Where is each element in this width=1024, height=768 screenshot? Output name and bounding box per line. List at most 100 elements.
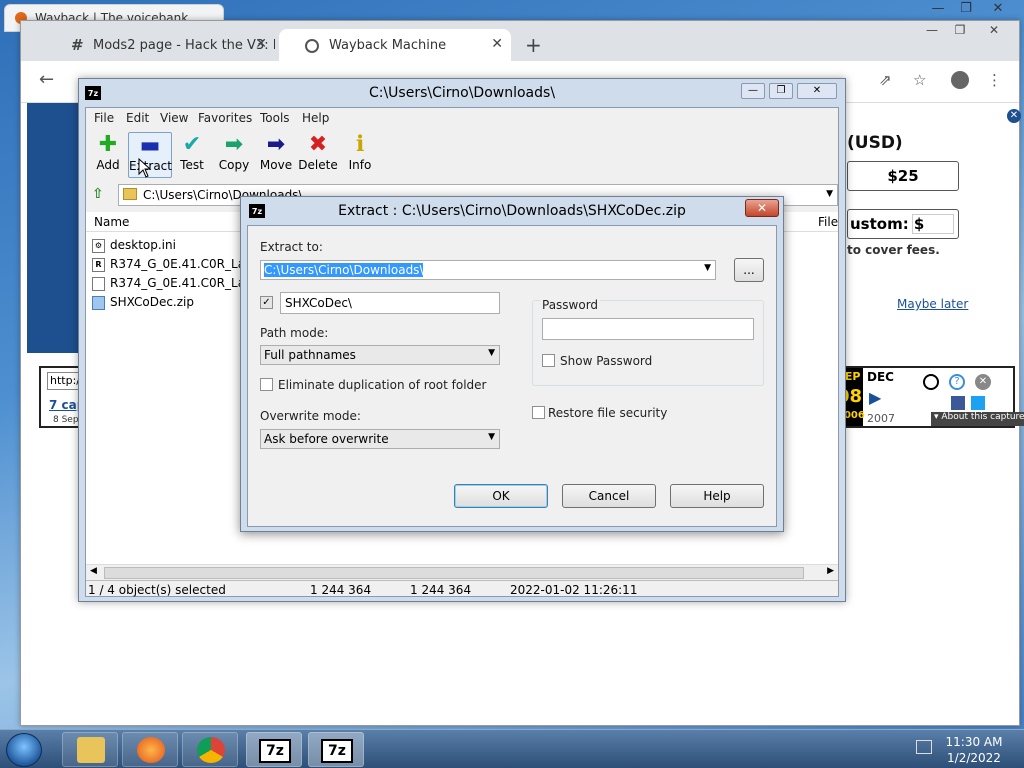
fees-text: to cover fees.	[847, 243, 940, 257]
taskbar-firefox[interactable]	[122, 732, 178, 767]
taskbar-explorer[interactable]	[62, 732, 118, 767]
move-button[interactable]: ➡ Move	[254, 132, 298, 178]
restore-icon[interactable]: ❐	[949, 23, 971, 37]
close-tab-icon[interactable]: ✕	[491, 36, 503, 52]
browse-button[interactable]: ...	[734, 258, 764, 282]
profile-icon[interactable]	[951, 71, 969, 89]
plus-icon: ✚	[98, 132, 118, 157]
user-icon[interactable]	[923, 374, 939, 390]
move-label: Move	[259, 158, 293, 172]
taskbar-7zip-1[interactable]: 7z	[246, 732, 302, 767]
extract-to-combo[interactable]: C:\Users\Cirno\Downloads\ ▼	[260, 260, 716, 280]
7zip-icon: 7z	[259, 739, 291, 763]
path-mode-label: Path mode:	[260, 326, 329, 340]
list-item[interactable]: SHXCoDec.zip	[92, 295, 194, 313]
donate-panel: ✕ (USD) $25 ustom: $ to cover fees. Mayb…	[847, 103, 1021, 363]
new-tab-button[interactable]: +	[525, 33, 542, 57]
close-icon[interactable]: ✕	[975, 374, 991, 390]
about-capture-button[interactable]: ▾ About this capture	[931, 412, 1024, 426]
firefox-icon	[137, 737, 165, 763]
menu-edit[interactable]: Edit	[126, 111, 149, 125]
status-packed-size: 1 244 364	[410, 583, 472, 597]
scroll-left-icon[interactable]: ◀	[90, 566, 97, 576]
dropdown-arrow-icon[interactable]: ▼	[826, 189, 833, 199]
custom-amount: ustom: $	[847, 209, 959, 239]
start-button[interactable]	[6, 733, 42, 767]
twitter-icon[interactable]	[971, 396, 985, 410]
taskbar-chrome[interactable]	[182, 732, 238, 767]
menu-favorites[interactable]: Favorites	[198, 111, 252, 125]
eliminate-checkbox[interactable]	[260, 378, 273, 391]
add-button[interactable]: ✚ Add	[86, 132, 130, 178]
test-button[interactable]: ✔ Test	[170, 132, 214, 178]
column-name[interactable]: Name	[94, 215, 129, 229]
up-folder-icon[interactable]: ⇧	[92, 186, 110, 204]
os-close-icon[interactable]: ✕	[984, 2, 1012, 18]
star-icon[interactable]: ☆	[913, 71, 926, 89]
menu-tools[interactable]: Tools	[260, 111, 290, 125]
minimize-icon[interactable]: —	[921, 23, 943, 37]
folder-icon	[123, 188, 137, 200]
menu-view[interactable]: View	[160, 111, 188, 125]
path-mode-select[interactable]: Full pathnames ▼	[260, 345, 500, 365]
taskbar-7zip-2[interactable]: 7z	[308, 732, 364, 767]
dropdown-arrow-icon[interactable]: ▼	[488, 432, 495, 442]
facebook-icon[interactable]	[951, 396, 965, 410]
menu-help[interactable]: Help	[302, 111, 329, 125]
tab-wayback[interactable]: Wayback Machine ✕	[279, 29, 511, 61]
close-icon[interactable]: ✕	[983, 23, 1005, 37]
minimize-icon[interactable]: —	[741, 83, 765, 99]
hash-icon: #	[71, 36, 84, 54]
restore-icon[interactable]: ❐	[769, 83, 793, 99]
overwrite-mode-select[interactable]: Ask before overwrite ▼	[260, 429, 500, 449]
kebab-menu-icon[interactable]: ⋮	[987, 71, 1002, 89]
clock[interactable]: 11:30 AM 1/2/2022	[944, 734, 1004, 766]
dropdown-arrow-icon[interactable]: ▼	[488, 348, 495, 358]
minus-icon: ▬	[139, 133, 161, 158]
file-name: SHXCoDec.zip	[110, 295, 194, 309]
subfolder-checkbox[interactable]: ✓	[260, 296, 273, 309]
copy-label: Copy	[218, 158, 250, 172]
amount-button[interactable]: $25	[847, 161, 959, 191]
extract-dialog: 7z Extract : C:\Users\Cirno\Downloads\SH…	[240, 196, 784, 532]
delete-label: Delete	[298, 158, 338, 172]
close-tab-icon[interactable]: ✕	[255, 36, 267, 52]
share-icon[interactable]: ⇗	[879, 71, 892, 89]
7zip-title: C:\Users\Cirno\Downloads\	[368, 85, 556, 101]
show-password-checkbox[interactable]	[542, 354, 555, 367]
scroll-thumb[interactable]	[104, 567, 804, 579]
os-minimize-icon[interactable]: —	[924, 2, 952, 18]
network-icon[interactable]	[916, 740, 932, 754]
horizontal-scrollbar[interactable]: ◀ ▶	[86, 564, 838, 580]
play-icon[interactable]: ▶	[869, 388, 881, 407]
menu-file[interactable]: File	[94, 111, 114, 125]
scroll-right-icon[interactable]: ▶	[827, 566, 834, 576]
clock-date: 1/2/2022	[947, 751, 1001, 765]
close-icon[interactable]: ✕	[1007, 109, 1021, 123]
help-button[interactable]: Help	[670, 484, 764, 508]
password-input[interactable]	[542, 318, 754, 340]
ok-button[interactable]: OK	[454, 484, 548, 508]
help-icon[interactable]: ?	[949, 374, 965, 390]
cancel-button[interactable]: Cancel	[562, 484, 656, 508]
custom-amount-input[interactable]	[912, 214, 954, 234]
os-restore-icon[interactable]: ❐	[952, 2, 980, 18]
back-arrow-icon[interactable]: ←	[39, 69, 54, 90]
zip-file-icon	[92, 296, 105, 310]
menu-bar: File Edit View Favorites Tools Help	[86, 108, 838, 128]
mouse-cursor-icon	[138, 158, 152, 178]
maybe-later-link[interactable]: Maybe later	[897, 297, 968, 311]
subfolder-input[interactable]: SHXCoDec\	[280, 292, 500, 314]
dialog-close-button[interactable]: ✕	[745, 199, 779, 217]
list-item[interactable]: ⚙ desktop.ini	[92, 238, 176, 256]
restore-security-checkbox[interactable]	[532, 406, 545, 419]
column-file[interactable]: File	[818, 215, 838, 229]
tab-mods2[interactable]: # Mods2 page - Hack the V3: Mod ✕	[43, 29, 275, 61]
info-button[interactable]: ℹ Info	[338, 132, 382, 178]
info-icon: ℹ	[355, 132, 365, 157]
tab-strip: # Mods2 page - Hack the V3: Mod ✕ Waybac…	[21, 21, 1019, 61]
copy-button[interactable]: ➡ Copy	[212, 132, 256, 178]
delete-button[interactable]: ✖ Delete	[296, 132, 340, 178]
close-icon[interactable]: ✕	[797, 83, 837, 99]
dropdown-arrow-icon[interactable]: ▼	[704, 263, 711, 273]
